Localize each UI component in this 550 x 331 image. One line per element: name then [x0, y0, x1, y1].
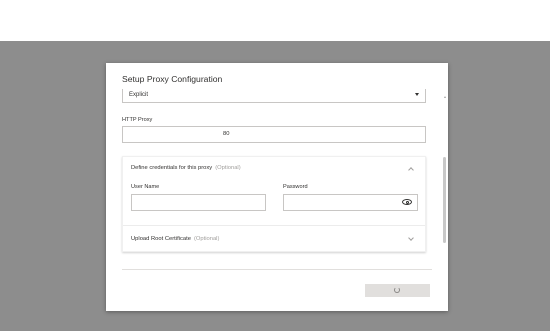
password-input[interactable] — [283, 194, 418, 211]
credentials-section: Define credentials for this proxy (Option… — [122, 156, 426, 252]
eye-icon[interactable] — [402, 199, 412, 205]
save-button-loading[interactable] — [365, 284, 430, 297]
credentials-section-title: Define credentials for this proxy (Option… — [131, 165, 241, 171]
chevron-down-icon — [415, 93, 419, 96]
chevron-down-icon — [408, 235, 414, 241]
http-proxy-label: HTTP Proxy — [122, 117, 153, 123]
http-proxy-input[interactable]: 80 — [122, 126, 426, 143]
dialog-title: Setup Proxy Configuration — [122, 74, 223, 84]
proxy-type-dropdown[interactable]: Explicit — [122, 89, 426, 103]
proxy-type-value: Explicit — [129, 92, 149, 98]
chevron-up-icon — [408, 167, 414, 173]
http-proxy-port-value: 80 — [223, 131, 230, 137]
username-label: User Name — [131, 184, 160, 190]
credentials-section-header[interactable]: Define credentials for this proxy (Option… — [123, 157, 425, 179]
page-header-area — [0, 0, 550, 41]
footer-divider — [122, 269, 432, 270]
setup-proxy-dialog: Setup Proxy Configuration Explicit HTTP … — [106, 63, 448, 311]
spinner-icon — [394, 287, 400, 293]
root-cert-section-title: Upload Root Certificate (Optional) — [131, 236, 219, 242]
password-label: Password — [283, 184, 308, 190]
vertical-scrollbar[interactable] — [443, 91, 447, 277]
dialog-scroll-area[interactable]: Explicit HTTP Proxy 80 Define credential… — [106, 89, 448, 279]
credentials-title-text: Define credentials for this proxy — [131, 165, 213, 171]
username-input[interactable] — [131, 194, 266, 211]
credentials-optional-label: (Optional) — [215, 165, 241, 171]
scrollbar-thumb[interactable] — [443, 157, 446, 243]
scroll-up-arrow-icon[interactable] — [444, 96, 446, 98]
root-cert-section-header[interactable]: Upload Root Certificate (Optional) — [123, 226, 425, 252]
root-cert-optional-label: (Optional) — [193, 236, 220, 242]
root-cert-title-text: Upload Root Certificate — [131, 236, 191, 242]
